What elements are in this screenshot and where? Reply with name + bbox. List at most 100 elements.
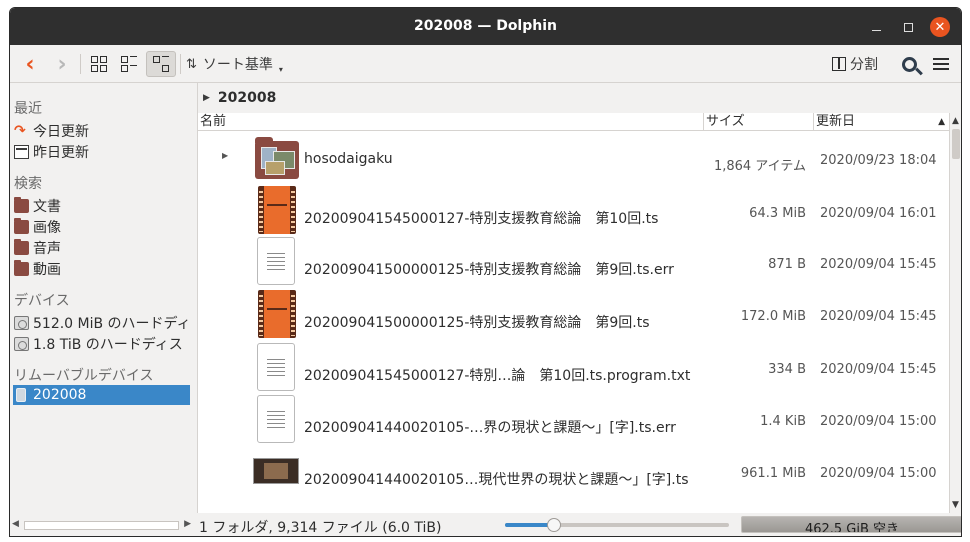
compact-view-icon bbox=[121, 56, 137, 72]
scroll-right-icon[interactable]: ▶ bbox=[184, 519, 191, 529]
places-sidebar: 最近 ↷ 今日更新 昨日更新 検索 文書 画像 音声 動画 デバイス 512.0… bbox=[10, 83, 193, 519]
file-row[interactable]: 202009041440020105-…界の現状と課題〜」[字].ts.err … bbox=[198, 391, 949, 443]
titlebar[interactable]: 202008 — Dolphin ✕ bbox=[10, 8, 961, 45]
close-icon: ✕ bbox=[934, 19, 946, 35]
breadcrumb-arrow-icon[interactable]: ▶ bbox=[203, 93, 210, 103]
sort-icon: ⇅ bbox=[186, 56, 197, 72]
folder-icon bbox=[14, 218, 29, 234]
sidebar-heading-removable: リムーバブルデバイス bbox=[14, 368, 154, 384]
breadcrumb: ▶ 202008 bbox=[198, 83, 961, 113]
chevron-left-icon: ‹ bbox=[25, 51, 35, 77]
scroll-down-icon[interactable]: ▼ bbox=[952, 500, 959, 510]
text-file-icon bbox=[257, 343, 295, 391]
folder-icon bbox=[255, 137, 299, 179]
sidebar-heading-search: 検索 bbox=[14, 176, 42, 192]
file-size: 1,864 アイテム bbox=[713, 159, 806, 174]
hard-disk-icon bbox=[14, 337, 29, 351]
file-row[interactable]: 202009041545000127-特別支援教育総論 第10回.ts 64.3… bbox=[198, 183, 949, 235]
breadcrumb-current[interactable]: 202008 bbox=[218, 90, 276, 106]
back-button[interactable]: ‹ bbox=[16, 51, 44, 77]
video-file-icon bbox=[258, 186, 296, 234]
calendar-icon bbox=[14, 145, 29, 159]
file-size: 1.4 KiB bbox=[760, 414, 806, 429]
file-size: 172.0 MiB bbox=[740, 309, 806, 324]
sort-by-label: ソート基準 bbox=[202, 57, 273, 73]
maximize-icon bbox=[903, 22, 913, 32]
toolbar-separator bbox=[180, 54, 181, 74]
file-name: 202009041440020105-…界の現状と課題〜」[字].ts.err bbox=[304, 420, 676, 436]
file-row[interactable]: 202009041545000127-特別…論 第10回.ts.program.… bbox=[198, 339, 949, 391]
sidebar-item-disk-1-8tib[interactable]: 1.8 TiB のハードディス bbox=[14, 334, 190, 354]
details-view-button[interactable] bbox=[146, 51, 176, 77]
maximize-button[interactable] bbox=[898, 17, 918, 37]
file-modified: 2020/09/04 15:00 bbox=[820, 414, 937, 429]
sidebar-horizontal-scrollbar[interactable]: ◀ ▶ bbox=[10, 519, 193, 532]
search-button[interactable] bbox=[896, 51, 923, 77]
file-view-vertical-scrollbar[interactable]: ▲ ▼ bbox=[949, 113, 961, 513]
toolbar-separator bbox=[80, 54, 81, 74]
close-button[interactable]: ✕ bbox=[930, 17, 950, 37]
sidebar-item-202008[interactable]: 202008 bbox=[13, 385, 190, 405]
file-view: ▶ 202008 名前 サイズ 更新日 ▲ ▶ hosodaigaku 1,864… bbox=[197, 83, 961, 513]
file-modified: 2020/09/04 16:01 bbox=[820, 206, 937, 221]
icons-view-button[interactable] bbox=[86, 51, 112, 77]
text-file-icon bbox=[257, 237, 295, 285]
scroll-up-icon[interactable]: ▲ bbox=[952, 116, 959, 126]
minimize-button[interactable] bbox=[866, 17, 886, 37]
file-name: 202009041500000125-特別支援教育総論 第9回.ts.err bbox=[304, 262, 674, 278]
sidebar-item-modified-today[interactable]: ↷ 今日更新 bbox=[14, 121, 190, 141]
zoom-slider-handle[interactable] bbox=[547, 518, 561, 532]
sort-by-button[interactable]: ⇅ ソート基準 ▾ bbox=[186, 51, 306, 77]
file-row[interactable]: 202009041500000125-特別支援教育総論 第9回.ts 172.0… bbox=[198, 287, 949, 339]
file-name: 202009041545000127-特別支援教育総論 第10回.ts bbox=[304, 211, 659, 227]
sidebar-item-modified-yesterday[interactable]: 昨日更新 bbox=[14, 142, 190, 162]
folder-icon bbox=[14, 197, 29, 213]
sidebar-item-videos[interactable]: 動画 bbox=[14, 259, 190, 279]
split-label: 分割 bbox=[850, 57, 878, 73]
search-icon bbox=[901, 56, 923, 75]
file-name: 202009041440020105…現代世界の現状と課題〜」[字].ts bbox=[304, 472, 689, 488]
sidebar-item-images[interactable]: 画像 bbox=[14, 217, 190, 237]
zoom-slider[interactable] bbox=[505, 518, 729, 532]
sidebar-item-label: 音声 bbox=[33, 241, 61, 257]
details-view-icon bbox=[153, 56, 169, 72]
file-size: 64.3 MiB bbox=[749, 206, 806, 221]
sidebar-item-label: 画像 bbox=[33, 220, 61, 236]
chevron-down-icon: ▾ bbox=[278, 64, 283, 74]
column-header-size[interactable]: サイズ bbox=[703, 113, 813, 131]
file-row[interactable]: ▶ hosodaigaku 1,864 アイテム 2020/09/23 18:0… bbox=[198, 131, 949, 183]
column-headers: 名前 サイズ 更新日 ▲ bbox=[198, 113, 949, 131]
sidebar-heading-recent: 最近 bbox=[14, 101, 42, 117]
file-modified: 2020/09/04 15:45 bbox=[820, 309, 937, 324]
hamburger-menu-button[interactable] bbox=[928, 51, 954, 77]
scroll-left-icon[interactable]: ◀ bbox=[12, 519, 19, 529]
forward-button[interactable]: › bbox=[48, 51, 76, 77]
file-modified: 2020/09/23 18:04 bbox=[820, 153, 937, 168]
status-summary: 1 フォルダ, 9,314 ファイル (6.0 TiB) bbox=[199, 520, 442, 536]
file-row[interactable]: 202009041440020105…現代世界の現状と課題〜」[字].ts 96… bbox=[198, 443, 949, 495]
file-modified: 2020/09/04 15:00 bbox=[820, 466, 937, 481]
video-file-icon bbox=[258, 290, 296, 338]
folder-icon bbox=[14, 260, 29, 276]
scrollbar-thumb[interactable] bbox=[952, 129, 960, 159]
scrollbar-track[interactable] bbox=[24, 521, 179, 530]
dolphin-window: 202008 — Dolphin ✕ ‹ › ⇅ ソート基準 ▾ 分割 最近 ↷… bbox=[9, 7, 962, 537]
file-list: ▶ hosodaigaku 1,864 アイテム 2020/09/23 18:0… bbox=[198, 131, 949, 501]
sidebar-item-label: 512.0 MiB のハードディ bbox=[33, 316, 190, 332]
expand-arrow-icon[interactable]: ▶ bbox=[222, 151, 228, 160]
status-bar: 1 フォルダ, 9,314 ファイル (6.0 TiB) 462.5 GiB 空… bbox=[193, 513, 961, 536]
hamburger-menu-icon bbox=[933, 58, 949, 70]
sidebar-item-audio[interactable]: 音声 bbox=[14, 238, 190, 258]
video-thumbnail-icon bbox=[253, 458, 299, 484]
column-header-label: 名前 bbox=[200, 114, 227, 129]
column-header-modified[interactable]: 更新日 ▲ bbox=[813, 113, 949, 131]
sort-ascending-icon: ▲ bbox=[938, 117, 945, 127]
free-space-label: 462.5 GiB 空き bbox=[804, 522, 900, 533]
file-modified: 2020/09/04 15:45 bbox=[820, 257, 937, 272]
compact-view-button[interactable] bbox=[116, 51, 142, 77]
split-button[interactable]: 分割 bbox=[826, 51, 884, 77]
sidebar-item-documents[interactable]: 文書 bbox=[14, 196, 190, 216]
column-header-name[interactable]: 名前 bbox=[198, 113, 703, 131]
sidebar-item-disk-512mib[interactable]: 512.0 MiB のハードディ bbox=[14, 313, 190, 333]
file-row[interactable]: 202009041500000125-特別支援教育総論 第9回.ts.err 8… bbox=[198, 235, 949, 287]
